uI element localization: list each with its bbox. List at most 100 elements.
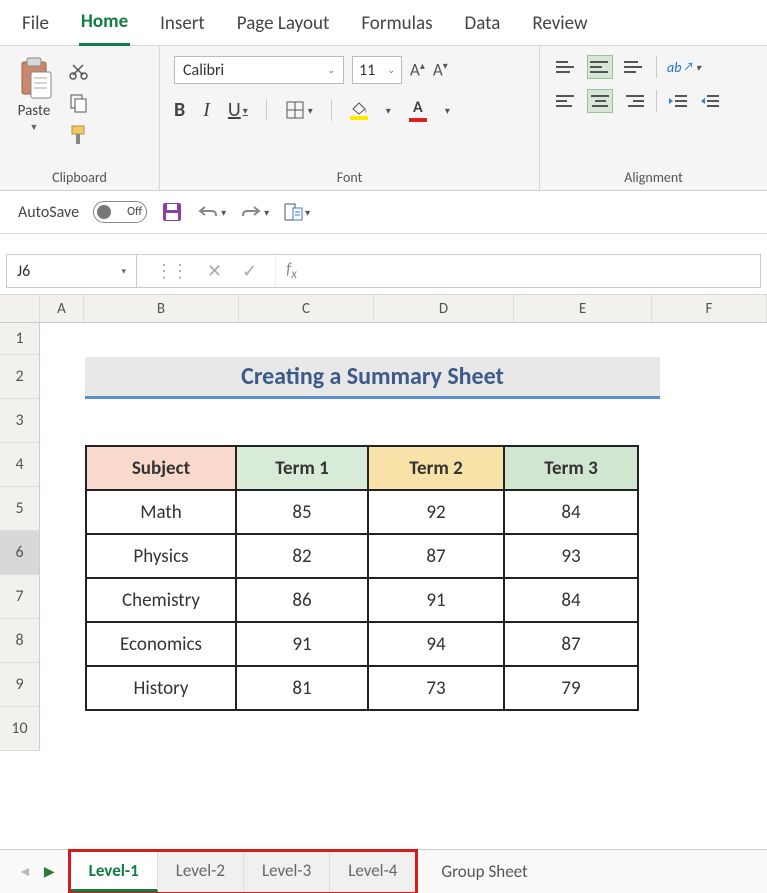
cut-button[interactable] xyxy=(68,60,90,82)
copy-button[interactable] xyxy=(68,92,90,114)
col-header-f[interactable]: F xyxy=(652,295,767,322)
paintbrush-icon xyxy=(68,124,90,146)
orientation-button[interactable]: ab↗▾ xyxy=(667,59,701,76)
autosave-state: Off xyxy=(127,205,142,219)
tab-home[interactable]: Home xyxy=(79,8,130,46)
chevron-down-icon[interactable]: ▼ xyxy=(30,122,39,133)
sheet-tab-group-sheet[interactable]: Group Sheet xyxy=(423,853,545,890)
sheet-tab-level3[interactable]: Level-3 xyxy=(244,852,330,892)
cell[interactable]: Chemistry xyxy=(86,578,236,622)
row-header-8[interactable]: 8 xyxy=(0,619,40,663)
cell[interactable]: 87 xyxy=(504,622,638,666)
sheet-tab-level2[interactable]: Level-2 xyxy=(158,852,244,892)
paste-button[interactable]: Paste ▼ xyxy=(14,56,54,133)
cancel-formula-button[interactable]: ✕ xyxy=(207,260,222,282)
italic-button[interactable]: I xyxy=(203,99,210,122)
sheet-prev-button[interactable]: ◄ xyxy=(18,863,32,880)
align-top-button[interactable] xyxy=(554,56,578,78)
tab-formulas[interactable]: Formulas xyxy=(359,10,434,45)
autosave-toggle[interactable]: Off xyxy=(93,201,147,223)
cell[interactable]: 84 xyxy=(504,578,638,622)
toggle-knob xyxy=(97,205,111,219)
cells-area[interactable]: Creating a Summary Sheet Subject Term 1 … xyxy=(40,323,767,793)
row-header-3[interactable]: 3 xyxy=(0,399,40,443)
row-header-6[interactable]: 6 xyxy=(0,531,40,575)
cell[interactable]: 91 xyxy=(368,578,504,622)
cell[interactable]: 82 xyxy=(236,534,368,578)
cell[interactable]: 87 xyxy=(368,534,504,578)
cell[interactable]: 84 xyxy=(504,490,638,534)
align-right-button[interactable] xyxy=(622,90,646,112)
header-subject[interactable]: Subject xyxy=(86,446,236,490)
col-header-c[interactable]: C xyxy=(239,295,374,322)
row-header-5[interactable]: 5 xyxy=(0,487,40,531)
cell[interactable]: Physics xyxy=(86,534,236,578)
tab-insert[interactable]: Insert xyxy=(158,10,207,45)
cell[interactable]: 86 xyxy=(236,578,368,622)
col-header-e[interactable]: E xyxy=(514,295,652,322)
name-box[interactable]: J6 ▾ xyxy=(7,255,137,287)
cell[interactable]: 79 xyxy=(504,666,638,710)
increase-indent-button[interactable] xyxy=(699,92,721,110)
col-header-a[interactable]: A xyxy=(40,295,84,322)
row-header-1[interactable]: 1 xyxy=(0,323,40,355)
row-header-4[interactable]: 4 xyxy=(0,443,40,487)
fx-icon[interactable]: fx xyxy=(276,260,307,282)
sheet-tab-level1[interactable]: Level-1 xyxy=(71,852,158,892)
align-center-button[interactable] xyxy=(588,90,612,112)
sheet-next-button[interactable]: ▶ xyxy=(44,863,55,880)
enter-formula-button[interactable]: ✓ xyxy=(242,260,257,282)
bucket-icon xyxy=(350,101,368,115)
align-middle-button[interactable] xyxy=(588,56,612,78)
cell[interactable]: 93 xyxy=(504,534,638,578)
col-header-d[interactable]: D xyxy=(374,295,514,322)
undo-button[interactable]: ▾ xyxy=(197,203,226,221)
header-term2[interactable]: Term 2 xyxy=(368,446,504,490)
cell[interactable]: 73 xyxy=(368,666,504,710)
cell[interactable]: 94 xyxy=(368,622,504,666)
chevron-down-icon: ▾ xyxy=(243,104,248,117)
cell[interactable]: 85 xyxy=(236,490,368,534)
row-header-2[interactable]: 2 xyxy=(0,355,40,399)
form-button[interactable]: ▾ xyxy=(283,202,310,222)
align-bottom-button[interactable] xyxy=(622,56,646,78)
cell[interactable]: 92 xyxy=(368,490,504,534)
decrease-indent-button[interactable] xyxy=(667,92,689,110)
tab-file[interactable]: File xyxy=(20,10,51,45)
row-header-10[interactable]: 10 xyxy=(0,707,40,751)
font-name-select[interactable]: Calibri⌄ xyxy=(174,56,344,84)
fill-color-button[interactable] xyxy=(350,101,368,120)
cell[interactable]: Math xyxy=(86,490,236,534)
redo-button[interactable]: ▾ xyxy=(240,203,269,221)
col-header-b[interactable]: B xyxy=(84,295,239,322)
save-button[interactable] xyxy=(161,201,183,223)
row-header-9[interactable]: 9 xyxy=(0,663,40,707)
tab-data[interactable]: Data xyxy=(463,10,503,45)
cell[interactable]: Economics xyxy=(86,622,236,666)
header-term1[interactable]: Term 1 xyxy=(236,446,368,490)
increase-font-button[interactable]: A▴ xyxy=(410,59,425,81)
tab-review[interactable]: Review xyxy=(530,10,589,45)
align-left-button[interactable] xyxy=(554,90,578,112)
cell[interactable]: History xyxy=(86,666,236,710)
decrease-font-button[interactable]: A▾ xyxy=(433,59,448,81)
header-term3[interactable]: Term 3 xyxy=(504,446,638,490)
data-table: Subject Term 1 Term 2 Term 3 Math859284 … xyxy=(85,445,639,711)
font-size-select[interactable]: 11⌄ xyxy=(352,56,402,84)
borders-button[interactable]: ▾ xyxy=(285,100,313,120)
cell[interactable]: 91 xyxy=(236,622,368,666)
font-color-a: A xyxy=(413,98,423,117)
format-painter-button[interactable] xyxy=(68,124,90,146)
underline-button[interactable]: U▾ xyxy=(228,98,248,122)
sheet-tab-level4[interactable]: Level-4 xyxy=(330,852,415,892)
chevron-down-icon[interactable]: ▾ xyxy=(386,104,391,117)
chevron-down-icon[interactable]: ▾ xyxy=(445,104,450,117)
tool-dots-icon[interactable]: ⋮⋮ xyxy=(155,260,187,282)
bold-button[interactable]: B xyxy=(174,98,185,122)
row-header-7[interactable]: 7 xyxy=(0,575,40,619)
tab-page-layout[interactable]: Page Layout xyxy=(235,10,332,45)
cell[interactable]: 81 xyxy=(236,666,368,710)
select-all-corner[interactable] xyxy=(0,295,40,322)
font-color-button[interactable]: A xyxy=(409,98,427,122)
copy-icon xyxy=(69,93,89,113)
